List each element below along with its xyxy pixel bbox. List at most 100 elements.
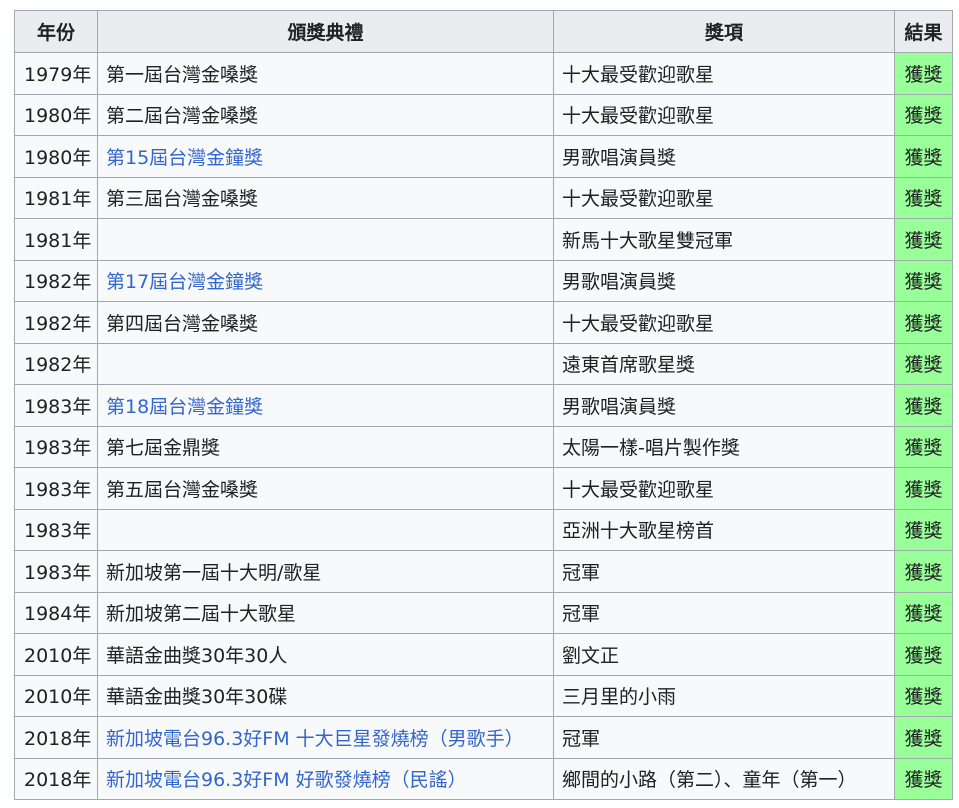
award-cell: 男歌唱演員獎 [553,135,895,178]
result-cell: 獲獎 [894,550,953,593]
award-cell: 太陽一樣-唱片製作獎 [553,425,895,468]
award-cell: 十大最受歡迎歌星 [553,176,895,219]
year-cell: 1984年 [14,591,98,634]
table-row: 1983年 亞洲十大歌星榜首 獲獎 [14,508,953,551]
award-cell: 冠軍 [553,550,895,593]
table-row: 1982年 第17屆台灣金鐘獎 男歌唱演員獎 獲獎 [14,259,953,302]
year-cell: 1981年 [14,218,98,261]
year-cell: 1982年 [14,342,98,385]
year-cell: 1983年 [14,384,98,427]
table-row: 2018年 新加坡電台96.3好FM 十大巨星發燒榜（男歌手） 冠軍 獲獎 [14,716,953,759]
award-cell: 十大最受歡迎歌星 [553,52,895,95]
header-award: 獎項 [553,10,895,53]
ceremony-cell [97,508,554,551]
header-year: 年份 [14,10,98,53]
ceremony-cell: 第七屆金鼎獎 [97,425,554,468]
ceremony-cell: 新加坡電台96.3好FM 十大巨星發燒榜（男歌手） [97,716,554,759]
result-cell: 獲獎 [894,757,953,800]
ceremony-link[interactable]: 第17屆台灣金鐘獎 [106,271,263,293]
table-row: 2018年 新加坡電台96.3好FM 好歌發燒榜（民謠） 鄉間的小路（第二）、童年（… [14,757,953,800]
ceremony-cell [97,342,554,385]
year-cell: 1983年 [14,425,98,468]
year-cell: 2010年 [14,633,98,676]
year-cell: 2018年 [14,757,98,800]
result-cell: 獲獎 [894,301,953,344]
table-row: 1979年 第一屆台灣金嗓獎 十大最受歡迎歌星 獲獎 [14,52,953,95]
award-cell: 十大最受歡迎歌星 [553,301,895,344]
result-cell: 獲獎 [894,508,953,551]
ceremony-cell [97,218,554,261]
year-cell: 1982年 [14,259,98,302]
award-cell: 冠軍 [553,716,895,759]
award-cell: 十大最受歡迎歌星 [553,467,895,510]
result-cell: 獲獎 [894,93,953,136]
ceremony-link[interactable]: 第15屆台灣金鐘獎 [106,147,263,169]
table-row: 1981年 第三屆台灣金嗓獎 十大最受歡迎歌星 獲獎 [14,176,953,219]
ceremony-cell: 第五屆台灣金嗓獎 [97,467,554,510]
year-cell: 1983年 [14,550,98,593]
header-result: 結果 [894,10,953,53]
year-cell: 1983年 [14,508,98,551]
award-cell: 亞洲十大歌星榜首 [553,508,895,551]
year-cell: 1981年 [14,176,98,219]
year-cell: 2010年 [14,674,98,717]
ceremony-cell: 第18屆台灣金鐘獎 [97,384,554,427]
ceremony-link[interactable]: 第18屆台灣金鐘獎 [106,396,263,418]
result-cell: 獲獎 [894,52,953,95]
table-row: 1982年 第四屆台灣金嗓獎 十大最受歡迎歌星 獲獎 [14,301,953,344]
award-cell: 三月里的小雨 [553,674,895,717]
result-cell: 獲獎 [894,135,953,178]
header-row: 年份 頒獎典禮 獎項 結果 [14,10,953,53]
table-row: 1983年 新加坡第一屆十大明/歌星 冠軍 獲獎 [14,550,953,593]
ceremony-cell: 新加坡第一屆十大明/歌星 [97,550,554,593]
year-cell: 1980年 [14,93,98,136]
table-row: 1982年 遠東首席歌星獎 獲獎 [14,342,953,385]
awards-table: 年份 頒獎典禮 獎項 結果 1979年 第一屆台灣金嗓獎 十大最受歡迎歌星 獲獎 198… [14,10,953,800]
ceremony-cell: 華語金曲獎30年30人 [97,633,554,676]
result-cell: 獲獎 [894,633,953,676]
ceremony-cell: 第四屆台灣金嗓獎 [97,301,554,344]
ceremony-cell: 第17屆台灣金鐘獎 [97,259,554,302]
award-cell: 劉文正 [553,633,895,676]
award-cell: 鄉間的小路（第二）、童年（第一） [553,757,895,800]
award-cell: 遠東首席歌星獎 [553,342,895,385]
table-row: 1984年 新加坡第二屆十大歌星 冠軍 獲獎 [14,591,953,634]
year-cell: 1979年 [14,52,98,95]
ceremony-link[interactable]: 新加坡電台96.3好FM 十大巨星發燒榜（男歌手） [106,728,524,750]
table-row: 1983年 第七屆金鼎獎 太陽一樣-唱片製作獎 獲獎 [14,425,953,468]
ceremony-cell: 新加坡電台96.3好FM 好歌發燒榜（民謠） [97,757,554,800]
result-cell: 獲獎 [894,384,953,427]
table-row: 1981年 新馬十大歌星雙冠軍 獲獎 [14,218,953,261]
result-cell: 獲獎 [894,259,953,302]
year-cell: 2018年 [14,716,98,759]
award-cell: 冠軍 [553,591,895,634]
table-row: 1983年 第五屆台灣金嗓獎 十大最受歡迎歌星 獲獎 [14,467,953,510]
ceremony-cell: 第三屆台灣金嗓獎 [97,176,554,219]
ceremony-link[interactable]: 新加坡電台96.3好FM 好歌發燒榜（民謠） [106,769,467,791]
year-cell: 1980年 [14,135,98,178]
ceremony-cell: 第二屆台灣金嗓獎 [97,93,554,136]
ceremony-cell: 第15屆台灣金鐘獎 [97,135,554,178]
ceremony-cell: 華語金曲獎30年30碟 [97,674,554,717]
award-cell: 男歌唱演員獎 [553,259,895,302]
award-cell: 十大最受歡迎歌星 [553,93,895,136]
table-row: 2010年 華語金曲獎30年30碟 三月里的小雨 獲獎 [14,674,953,717]
ceremony-cell: 新加坡第二屆十大歌星 [97,591,554,634]
result-cell: 獲獎 [894,467,953,510]
year-cell: 1983年 [14,467,98,510]
result-cell: 獲獎 [894,176,953,219]
result-cell: 獲獎 [894,591,953,634]
result-cell: 獲獎 [894,425,953,468]
result-cell: 獲獎 [894,342,953,385]
year-cell: 1982年 [14,301,98,344]
ceremony-cell: 第一屆台灣金嗓獎 [97,52,554,95]
award-cell: 男歌唱演員獎 [553,384,895,427]
table-row: 2010年 華語金曲獎30年30人 劉文正 獲獎 [14,633,953,676]
result-cell: 獲獎 [894,674,953,717]
table-body: 1979年 第一屆台灣金嗓獎 十大最受歡迎歌星 獲獎 1980年 第二屆台灣金嗓獎 十大最受… [14,52,953,800]
result-cell: 獲獎 [894,716,953,759]
table-row: 1980年 第二屆台灣金嗓獎 十大最受歡迎歌星 獲獎 [14,93,953,136]
table-row: 1980年 第15屆台灣金鐘獎 男歌唱演員獎 獲獎 [14,135,953,178]
award-cell: 新馬十大歌星雙冠軍 [553,218,895,261]
table-row: 1983年 第18屆台灣金鐘獎 男歌唱演員獎 獲獎 [14,384,953,427]
